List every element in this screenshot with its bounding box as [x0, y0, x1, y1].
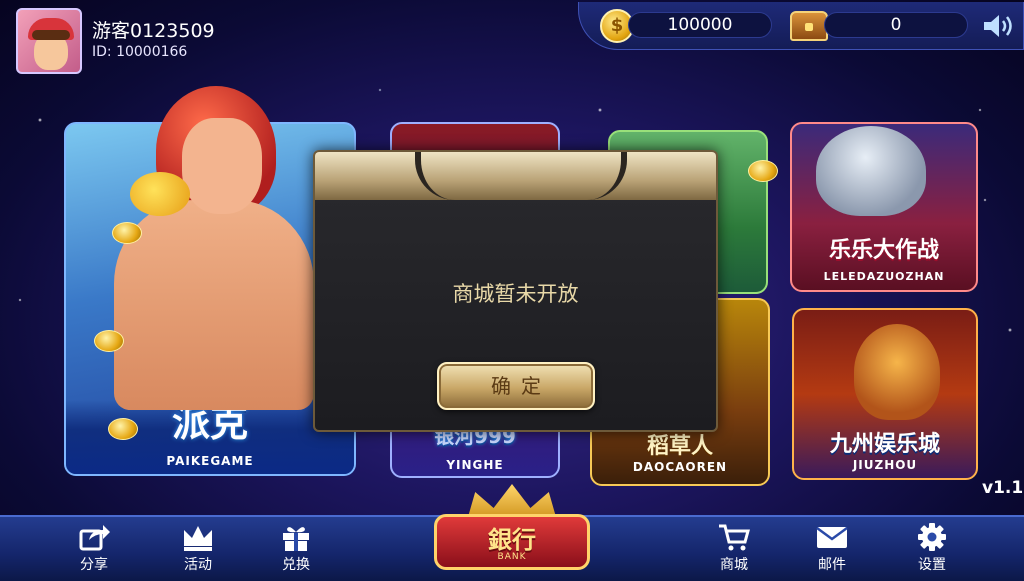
dialog-header: [315, 152, 716, 200]
notice-dialog: 商城暂未开放 确定: [313, 150, 718, 432]
dialog-message: 商城暂未开放: [452, 282, 579, 306]
confirm-button[interactable]: 确定: [437, 362, 595, 410]
